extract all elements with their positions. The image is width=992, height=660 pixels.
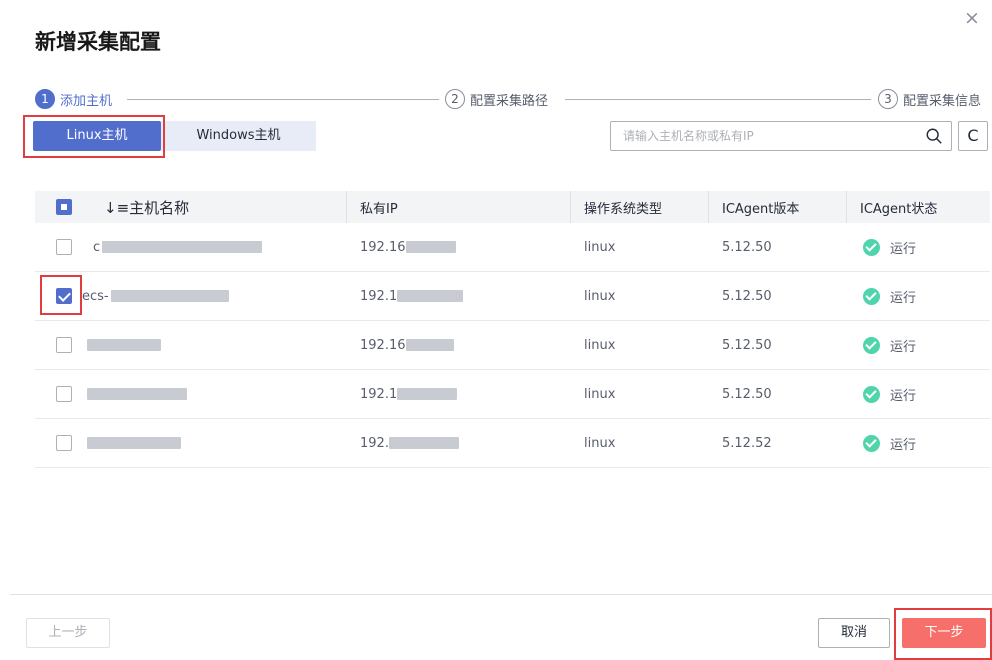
step-1-number: 1 (35, 89, 55, 109)
highlight-box (894, 608, 992, 660)
table-row[interactable]: 192.16 linux 5.12.50 运行 (35, 321, 990, 370)
select-all-checkbox[interactable] (56, 199, 72, 215)
agent-status-cell: 运行 (863, 434, 916, 453)
step-3: 3 配置采集信息 (878, 88, 981, 110)
step-3-number: 3 (878, 89, 898, 109)
agent-version-cell: 5.12.50 (722, 337, 772, 353)
redacted-mask (110, 290, 229, 302)
os-type-cell: linux (584, 386, 616, 402)
host-name: ecs- (82, 288, 109, 304)
os-type-cell: linux (584, 288, 616, 304)
close-icon[interactable]: × (960, 6, 984, 30)
agent-version-cell: 5.12.50 (722, 288, 772, 304)
private-ip: 192.16 (360, 239, 406, 255)
agent-status-cell: 运行 (863, 287, 916, 306)
step-2-label: 配置采集路径 (470, 93, 549, 109)
private-ip-cell: 192.16 (360, 240, 456, 255)
table-row[interactable]: 192. linux 5.12.52 运行 (35, 419, 990, 468)
host-name-cell: ecs- (82, 289, 229, 304)
redacted-mask (397, 388, 458, 400)
check-circle-icon (863, 385, 880, 403)
step-2-number: 2 (445, 89, 465, 109)
redacted-mask (397, 290, 464, 302)
private-ip-cell: 192.1 (360, 288, 464, 304)
redacted-mask (405, 339, 454, 351)
host-name-cell (87, 436, 181, 451)
check-circle-icon (863, 287, 880, 305)
agent-version-cell: 5.12.52 (722, 435, 772, 451)
dialog-title: 新增采集配置 (35, 30, 161, 54)
agent-version-cell: 5.12.50 (722, 386, 772, 402)
row-checkbox[interactable] (56, 386, 72, 402)
row-checkbox[interactable] (56, 435, 72, 451)
step-1-label: 添加主机 (60, 93, 113, 109)
private-ip: 192.1 (360, 386, 398, 402)
highlight-box (40, 275, 82, 315)
step-1: 1 添加主机 (35, 88, 112, 110)
column-divider (570, 191, 571, 223)
step-connector (565, 99, 871, 100)
search-field[interactable] (610, 121, 952, 151)
status-text: 运行 (890, 388, 917, 404)
host-name-cell: c (93, 239, 263, 255)
column-header-agent-version: ICAgent版本 (722, 201, 800, 217)
column-divider (708, 191, 709, 223)
table-row[interactable]: ecs- 192.1 linux 5.12.50 运行 (35, 272, 990, 321)
tab-windows-host[interactable]: Windows主机 (161, 121, 316, 151)
os-type-cell: linux (584, 435, 616, 451)
redacted-mask (87, 437, 181, 449)
redacted-mask (87, 339, 161, 351)
private-ip-cell: 192. (360, 436, 459, 451)
step-2: 2 配置采集路径 (445, 88, 548, 110)
highlight-box (23, 115, 165, 158)
column-header-agent-status: ICAgent状态 (860, 201, 938, 217)
agent-version-cell: 5.12.50 (722, 239, 772, 255)
host-name-cell (87, 338, 161, 353)
table-row[interactable]: c 192.16 linux 5.12.50 运行 (35, 223, 990, 272)
agent-status-cell: 运行 (863, 238, 916, 257)
os-type-cell: linux (584, 239, 616, 255)
table-header: ↓≡主机名称 私有IP 操作系统类型 ICAgent版本 ICAgent状态 (35, 191, 990, 223)
cancel-button[interactable]: 取消 (818, 618, 890, 648)
column-header-host-name[interactable]: ↓≡主机名称 (104, 197, 189, 218)
private-ip: 192.16 (360, 337, 406, 353)
status-text: 运行 (890, 437, 917, 453)
column-header-private-ip: 私有IP (360, 201, 398, 217)
check-circle-icon (863, 238, 880, 256)
check-circle-icon (863, 434, 880, 452)
redacted-mask (102, 241, 263, 253)
redacted-mask (405, 241, 456, 253)
refresh-button[interactable]: C (958, 121, 988, 151)
search-input[interactable] (611, 122, 901, 150)
footer-divider (10, 594, 992, 595)
step-indicator: 1 添加主机 2 配置采集路径 3 配置采集信息 (35, 88, 990, 110)
private-ip: 192. (360, 435, 389, 451)
search-icon[interactable] (925, 127, 943, 145)
table-row[interactable]: 192.1 linux 5.12.50 运行 (35, 370, 990, 419)
step-3-label: 配置采集信息 (903, 93, 982, 109)
refresh-icon: C (967, 126, 979, 145)
host-table: ↓≡主机名称 私有IP 操作系统类型 ICAgent版本 ICAgent状态 c… (35, 191, 990, 468)
previous-step-button[interactable]: 上一步 (26, 618, 110, 648)
column-divider (846, 191, 847, 223)
os-type-cell: linux (584, 337, 616, 353)
status-text: 运行 (890, 241, 917, 257)
private-ip-cell: 192.1 (360, 386, 458, 402)
row-checkbox[interactable] (56, 337, 72, 353)
column-divider (346, 191, 347, 223)
status-text: 运行 (890, 339, 917, 355)
redacted-mask (87, 388, 187, 400)
host-name-cell (87, 387, 187, 402)
agent-status-cell: 运行 (863, 385, 916, 404)
redacted-mask (388, 437, 459, 449)
step-connector (127, 99, 439, 100)
host-name: c (93, 239, 101, 255)
column-header-os-type: 操作系统类型 (584, 201, 663, 217)
agent-status-cell: 运行 (863, 336, 916, 355)
status-text: 运行 (890, 290, 917, 306)
private-ip-cell: 192.16 (360, 338, 454, 353)
private-ip: 192.1 (360, 288, 398, 304)
row-checkbox[interactable] (56, 239, 72, 255)
check-circle-icon (863, 336, 880, 354)
